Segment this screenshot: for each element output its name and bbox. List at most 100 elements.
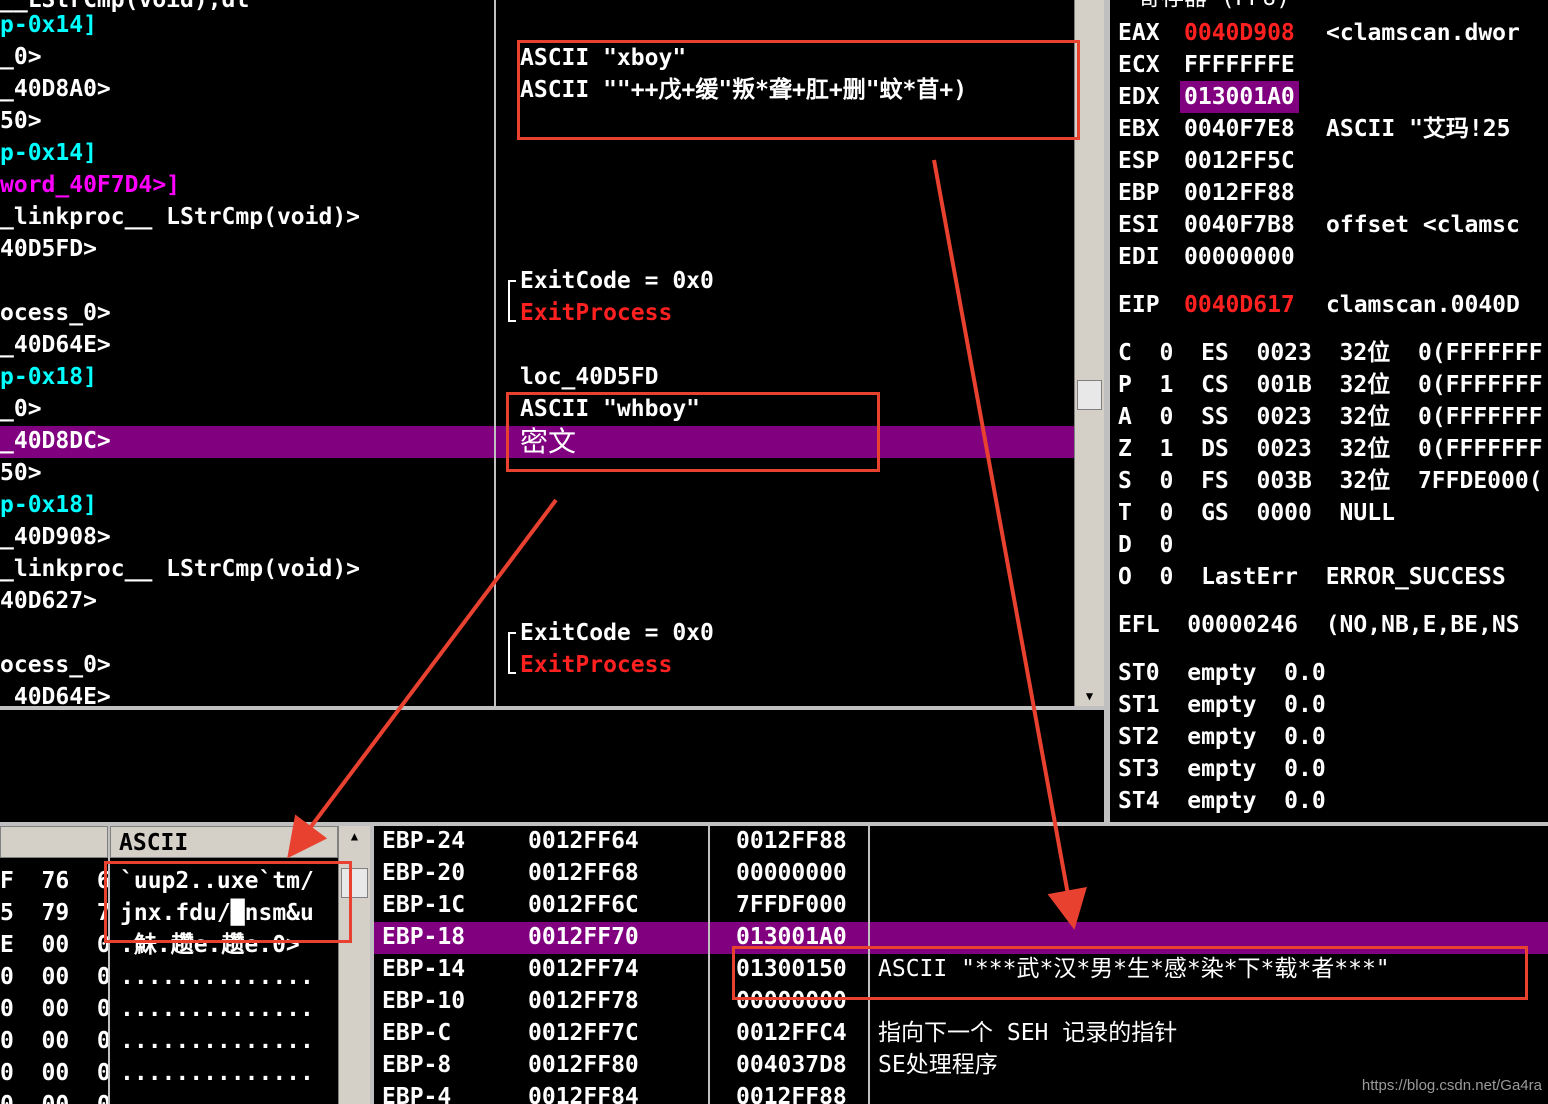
stack-address[interactable]: 0012FF70 <box>528 921 639 953</box>
dump-ascii-row[interactable]: .............. <box>120 1057 314 1089</box>
disasm-line[interactable]: ocess_0> <box>0 649 111 681</box>
flag-row[interactable]: O 0 LastErr ERROR_SUCCESS <box>1118 561 1506 593</box>
flag-row[interactable]: P 1 CS 001B 32位 0(FFFFFFF <box>1118 369 1543 401</box>
reg-value[interactable]: FFFFFFFE <box>1184 49 1295 81</box>
disasm-line[interactable]: word_40F7D4>] <box>0 169 180 201</box>
disasm-line[interactable]: 40D5FD> <box>0 233 97 265</box>
dump-ascii-row[interactable]: .鮇.趱e.趱e.0> <box>120 929 300 961</box>
stack-value[interactable]: 0012FFC4 <box>736 1017 847 1049</box>
reg-value[interactable]: 0040D908 <box>1184 17 1295 49</box>
dump-hex-row[interactable]: 0 00 00 <box>0 1025 108 1057</box>
reg-value[interactable]: 013001A0 <box>1180 81 1299 113</box>
flag-row[interactable]: D 0 <box>1118 529 1173 561</box>
flag-row[interactable]: A 0 SS 0023 32位 0(FFFFFFF <box>1118 401 1543 433</box>
comment-pane[interactable]: ASCII "xboy" ASCII ""++戊+缓"叛*聋+肛+删"蚊*苜+)… <box>496 0 1074 706</box>
reg-value[interactable]: 0040F7E8 <box>1184 113 1295 145</box>
dump-hex-row[interactable]: 0 00 00 <box>0 961 108 993</box>
stack-value[interactable]: 0012FF88 <box>736 826 847 857</box>
dump-hex-row[interactable]: E 00 00 <box>0 929 108 961</box>
reg-value[interactable]: 0040F7B8 <box>1184 209 1295 241</box>
disasm-line[interactable]: p-0x18] <box>0 361 97 393</box>
stack-address[interactable]: 0012FF84 <box>528 1081 639 1104</box>
registers-pane[interactable]: 寄存器 (FPU) EAX 0040D908 <clamscan.dwor ECX FF… <box>1110 0 1548 822</box>
reg-value[interactable]: 00000000 <box>1184 241 1295 273</box>
reg-name: EAX <box>1118 20 1160 46</box>
disasm-scroll-thumb[interactable] <box>1077 380 1102 410</box>
disasm-line[interactable]: ocess_0> <box>0 297 111 329</box>
stack-offset[interactable]: EBP-1C <box>382 889 465 921</box>
flag-row[interactable]: S 0 FS 003B 32位 7FFDE000( <box>1118 465 1543 497</box>
stack-offset[interactable]: EBP-8 <box>382 1049 451 1081</box>
stack-offset[interactable]: EBP-10 <box>382 985 465 1017</box>
scroll-up-icon[interactable]: ▲ <box>339 826 370 846</box>
stack-pane[interactable]: EBP-24 0012FF64 0012FF88 EBP-20 0012FF68 0000… <box>374 826 1548 1104</box>
disasm-scrollbar[interactable]: ▼ <box>1074 0 1104 706</box>
fpu-row[interactable]: ST2 empty 0.0 <box>1118 721 1326 753</box>
dump-hex-row[interactable]: 0 00 00 <box>0 993 108 1025</box>
dump-hex-row[interactable]: 0 00 00 <box>0 1089 108 1104</box>
dump-hex-row[interactable]: F 76 68 <box>0 865 108 897</box>
disasm-line[interactable]: _40D8DC> <box>0 425 111 457</box>
disasm-line[interactable]: p-0x14] <box>0 137 97 169</box>
flag-row[interactable]: C 0 ES 0023 32位 0(FFFFFFF <box>1118 337 1543 369</box>
disasm-line[interactable]: _linkproc__ LStrCmp(void)> <box>0 201 360 233</box>
dump-hex-pane[interactable]: F 76 685 79 74E 00 000 00 000 00 000 00 … <box>0 826 108 1104</box>
dump-hex-row[interactable]: 5 79 74 <box>0 897 108 929</box>
disasm-line[interactable]: _40D64E> <box>0 681 111 706</box>
dump-hex-row[interactable]: 0 00 00 <box>0 1057 108 1089</box>
disasm-line[interactable]: _0> <box>0 41 42 73</box>
fpu-row[interactable]: ST3 empty 0.0 <box>1118 753 1326 785</box>
disasm-line[interactable]: 40D627> <box>0 585 97 617</box>
disasm-line[interactable]: 50> <box>0 457 42 489</box>
stack-address[interactable]: 0012FF78 <box>528 985 639 1017</box>
stack-address[interactable]: 0012FF68 <box>528 857 639 889</box>
fpu-row[interactable]: ST1 empty 0.0 <box>1118 689 1326 721</box>
stack-address[interactable]: 0012FF7C <box>528 1017 639 1049</box>
dump-ascii-row[interactable]: .............. <box>120 961 314 993</box>
disasm-line[interactable]: _0> <box>0 393 42 425</box>
stack-offset[interactable]: EBP-4 <box>382 1081 451 1104</box>
stack-value[interactable]: 0012FF88 <box>736 1081 847 1104</box>
stack-value[interactable]: 013001A0 <box>736 921 847 953</box>
stack-offset[interactable]: EBP-24 <box>382 826 465 857</box>
fpu-row[interactable]: ST0 empty 0.0 <box>1118 657 1326 689</box>
dump-ascii-row[interactable]: .............. <box>120 1025 314 1057</box>
dump-ascii-row[interactable]: .............. <box>120 1089 314 1104</box>
stack-offset[interactable]: EBP-14 <box>382 953 465 985</box>
stack-address[interactable]: 0012FF6C <box>528 889 639 921</box>
disasm-line[interactable]: _40D8A0> <box>0 73 111 105</box>
dump-ascii-pane[interactable]: ASCII `uup2..uxe`tm/jnx.fdu/█nsm&u .鮇.趱e.… <box>110 826 338 1104</box>
disasm-line[interactable]: _40D908> <box>0 521 111 553</box>
dump-ascii-row[interactable]: jnx.fdu/█nsm&u <box>120 897 314 929</box>
stack-value[interactable]: 004037D8 <box>736 1049 847 1081</box>
disasm-line[interactable]: 50> <box>0 105 42 137</box>
stack-address[interactable]: 0012FF80 <box>528 1049 639 1081</box>
stack-address[interactable]: 0012FF74 <box>528 953 639 985</box>
stack-value[interactable]: 00000000 <box>736 985 847 1017</box>
disasm-line[interactable]: _linkproc__ LStrCmp(void)> <box>0 553 360 585</box>
stack-offset[interactable]: EBP-18 <box>382 921 465 953</box>
dump-scrollbar[interactable]: ▲ <box>338 826 370 1104</box>
disasm-line[interactable]: p-0x14] <box>0 9 97 41</box>
stack-value[interactable]: 00000000 <box>736 857 847 889</box>
flag-row[interactable]: T 0 GS 0000 NULL <box>1118 497 1395 529</box>
stack-value[interactable]: 01300150 <box>736 953 847 985</box>
disasm-line[interactable]: _40D64E> <box>0 329 111 361</box>
stack-value[interactable]: 7FFDF000 <box>736 889 847 921</box>
reg-eip-value[interactable]: 0040D617 <box>1184 289 1295 321</box>
comment-ascii-xboy: ASCII "xboy" <box>520 45 687 71</box>
scroll-down-icon[interactable]: ▼ <box>1075 686 1104 706</box>
disasm-line[interactable]: p-0x18] <box>0 489 97 521</box>
dump-ascii-row[interactable]: .............. <box>120 993 314 1025</box>
reg-value[interactable]: 0012FF5C <box>1184 145 1295 177</box>
fpu-row[interactable]: ST4 empty 0.0 <box>1118 785 1326 817</box>
stack-address[interactable]: 0012FF64 <box>528 826 639 857</box>
reg-value[interactable]: 0012FF88 <box>1184 177 1295 209</box>
flag-row[interactable]: Z 1 DS 0023 32位 0(FFFFFFF <box>1118 433 1543 465</box>
stack-offset[interactable]: EBP-20 <box>382 857 465 889</box>
stack-offset[interactable]: EBP-C <box>382 1017 451 1049</box>
disassembly-pane[interactable]: __LStrCmp(void),dl p-0x14] _0> _40D8A0> 50>… <box>0 0 494 706</box>
dump-ascii-row[interactable]: `uup2..uxe`tm/ <box>120 865 314 897</box>
stack-comment: SE处理程序 <box>878 1052 998 1078</box>
dump-scroll-thumb[interactable] <box>341 868 368 898</box>
